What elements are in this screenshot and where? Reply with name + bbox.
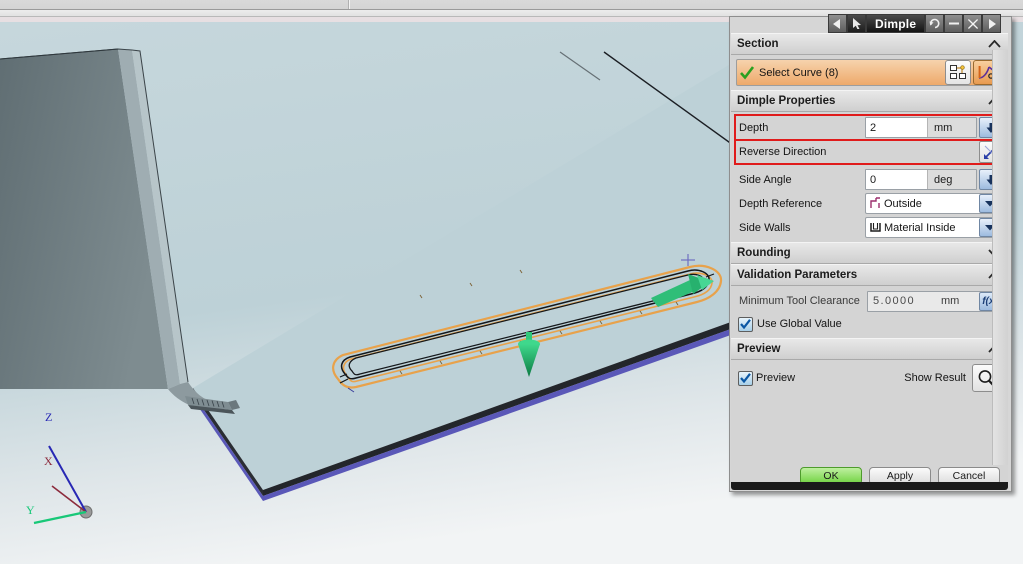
toolbar-strip	[0, 0, 1023, 10]
side-angle-unit: deg	[927, 170, 976, 189]
use-global-value-row[interactable]: Use Global Value	[736, 314, 1003, 334]
reset-button[interactable]	[925, 14, 945, 33]
section-title-dimple-properties: Dimple Properties	[737, 95, 836, 107]
depth-reference-value: Outside	[884, 197, 922, 210]
toolbar-divider	[348, 0, 350, 9]
depth-reference-select[interactable]: Outside	[865, 193, 1003, 214]
side-angle-row[interactable]: Side Angle 0 deg	[736, 169, 1003, 190]
section-panel-preview: Preview Show Result	[731, 360, 1008, 396]
side-walls-row[interactable]: Side Walls Material Inside	[736, 217, 1003, 238]
dialog-scroll-edge[interactable]	[992, 50, 1008, 465]
select-curve-label: Select Curve (8)	[759, 66, 839, 79]
dialog-titlebar[interactable]: Dimple	[828, 14, 1002, 33]
nav-forward-button[interactable]	[982, 14, 1002, 33]
axis-label-y: Y	[26, 503, 35, 517]
minimum-tool-clearance-row[interactable]: Minimum Tool Clearance 5.0000 mm f(x)	[736, 290, 1003, 312]
preview-checkbox[interactable]	[738, 370, 753, 386]
pointer-icon[interactable]	[847, 14, 866, 33]
minimum-tool-clearance-input[interactable]: 5.0000 mm f(x)	[867, 290, 1003, 312]
section-title-rounding: Rounding	[737, 247, 791, 259]
section-header-section[interactable]: Section	[731, 33, 1008, 55]
side-walls-value: Material Inside	[884, 221, 956, 234]
section-panel-dimple-properties: Depth 2 mm Reverse Direction Side Angle …	[731, 112, 1008, 242]
dimple-dialog[interactable]: Dimple Section Select Curve (8) Dimple P…	[729, 14, 1012, 492]
section-panel-section: Select Curve (8)	[731, 55, 1008, 90]
close-button[interactable]	[963, 14, 983, 33]
section-title-validation-parameters: Validation Parameters	[737, 269, 858, 281]
reverse-direction-label: Reverse Direction	[739, 145, 827, 158]
section-title-preview: Preview	[737, 343, 781, 355]
nav-back-button[interactable]	[828, 14, 847, 33]
use-global-value-label: Use Global Value	[757, 318, 842, 330]
side-walls-icon	[866, 221, 884, 234]
preview-row[interactable]: Preview Show Result	[736, 364, 1003, 392]
use-global-value-checkbox[interactable]	[738, 316, 753, 332]
section-panel-validation-parameters: Minimum Tool Clearance 5.0000 mm f(x) Us…	[731, 286, 1008, 338]
section-header-preview[interactable]: Preview	[731, 338, 1008, 360]
section-title-section: Section	[737, 38, 779, 50]
side-walls-label: Side Walls	[739, 221, 791, 234]
preview-label: Preview	[756, 372, 796, 384]
dialog-title: Dimple	[866, 14, 926, 33]
section-header-dimple-properties[interactable]: Dimple Properties	[731, 90, 1008, 112]
minimum-tool-clearance-label: Minimum Tool Clearance	[739, 295, 860, 307]
axis-label-z: Z	[45, 410, 53, 424]
depth-reference-icon	[866, 197, 884, 210]
depth-label: Depth	[739, 121, 769, 134]
minimum-tool-clearance-unit: mm	[941, 295, 960, 307]
reverse-direction-row[interactable]: Reverse Direction	[736, 140, 1003, 163]
check-icon	[740, 65, 755, 80]
side-angle-value[interactable]: 0	[866, 170, 927, 189]
depth-unit: mm	[927, 118, 976, 137]
show-result-label: Show Result	[904, 372, 966, 384]
depth-input[interactable]: 2 mm	[865, 117, 977, 138]
section-header-validation-parameters[interactable]: Validation Parameters	[731, 264, 1008, 286]
depth-value[interactable]: 2	[866, 118, 927, 137]
app-root: Z X Y Dimple Section Select Curve (8) Di…	[0, 0, 1023, 564]
minimum-tool-clearance-value[interactable]: 5.0000	[868, 295, 941, 307]
axis-label-x: X	[44, 454, 53, 468]
side-walls-select[interactable]: Material Inside	[865, 217, 1003, 238]
depth-reference-row[interactable]: Depth Reference Outside	[736, 193, 1003, 214]
minimize-button[interactable]	[944, 14, 964, 33]
dialog-body: Section Select Curve (8) Dimple Properti…	[731, 33, 1008, 465]
side-angle-label: Side Angle	[739, 173, 792, 186]
depth-row[interactable]: Depth 2 mm	[736, 117, 1003, 138]
depth-reference-label: Depth Reference	[739, 197, 823, 210]
dialog-bottom-bar	[731, 482, 1008, 490]
section-builder-icon[interactable]	[945, 60, 971, 85]
section-header-rounding[interactable]: Rounding	[731, 242, 1008, 264]
side-angle-input[interactable]: 0 deg	[865, 169, 977, 190]
select-curve-bar[interactable]: Select Curve (8)	[736, 59, 1003, 86]
